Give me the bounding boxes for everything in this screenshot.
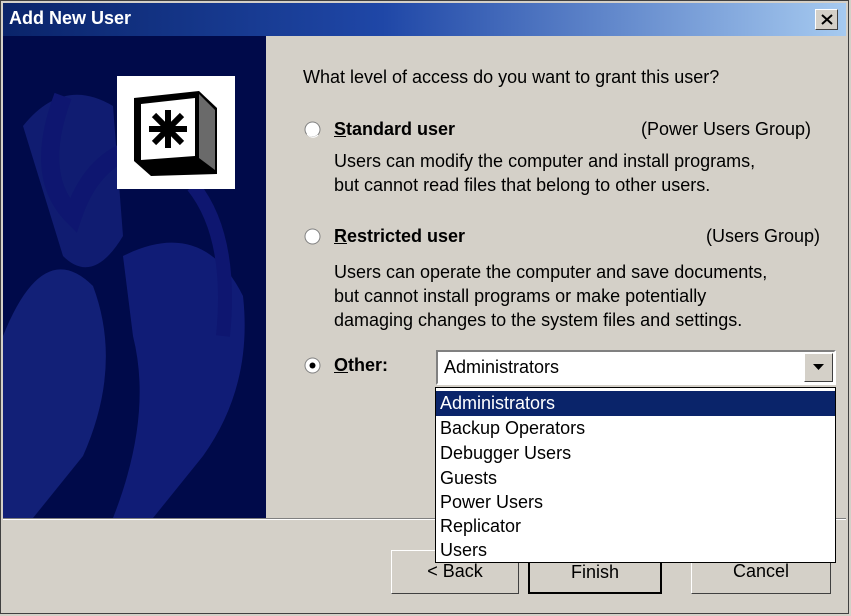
- title-bar[interactable]: Add New User: [3, 3, 846, 36]
- close-icon: [821, 14, 833, 25]
- standard-user-radio[interactable]: [304, 121, 321, 138]
- restricted-user-label[interactable]: Restricted user: [334, 226, 465, 247]
- close-button[interactable]: [815, 9, 838, 30]
- dropdown-option-debugger-users[interactable]: Debugger Users: [436, 441, 835, 466]
- other-radio[interactable]: [304, 357, 321, 374]
- dropdown-option-guests[interactable]: Guests: [436, 466, 835, 491]
- chevron-down-icon: [813, 364, 824, 370]
- standard-user-desc-1: Users can modify the computer and instal…: [334, 151, 756, 171]
- standard-user-label[interactable]: Standard user: [334, 119, 455, 140]
- dropdown-option-users[interactable]: Users: [436, 538, 835, 563]
- add-new-user-dialog: Add New User What level of access do you…: [0, 0, 849, 614]
- window-title: Add New User: [9, 8, 132, 28]
- standard-user-group: (Power Users Group): [641, 119, 812, 139]
- standard-user-desc-2: but cannot read files that belong to oth…: [334, 175, 711, 195]
- combo-selected-value: Administrators: [444, 357, 560, 377]
- other-label[interactable]: Other:: [334, 355, 388, 376]
- dropdown-option-administrators[interactable]: Administrators: [436, 391, 835, 416]
- restricted-user-radio[interactable]: [304, 228, 321, 245]
- restricted-user-group: (Users Group): [706, 226, 821, 246]
- dropdown-button[interactable]: [804, 353, 833, 382]
- dropdown-option-power-users[interactable]: Power Users: [436, 490, 835, 515]
- restricted-user-desc-2: but cannot install programs or make pote…: [334, 286, 707, 306]
- restricted-user-desc-3: damaging changes to the system files and…: [334, 310, 743, 330]
- user-accounts-logo: [117, 76, 235, 189]
- restricted-user-desc-1: Users can operate the computer and save …: [334, 262, 768, 282]
- group-combo-box[interactable]: Administrators: [436, 350, 836, 385]
- access-question: What level of access do you want to gran…: [303, 67, 720, 87]
- side-banner: [3, 36, 266, 518]
- user-accounts-logo-icon: [134, 91, 217, 176]
- dropdown-option-replicator[interactable]: Replicator: [436, 514, 835, 539]
- dropdown-option-backup-operators[interactable]: Backup Operators: [436, 416, 835, 441]
- group-dropdown-list: Administrators Backup Operators Debugger…: [435, 387, 836, 563]
